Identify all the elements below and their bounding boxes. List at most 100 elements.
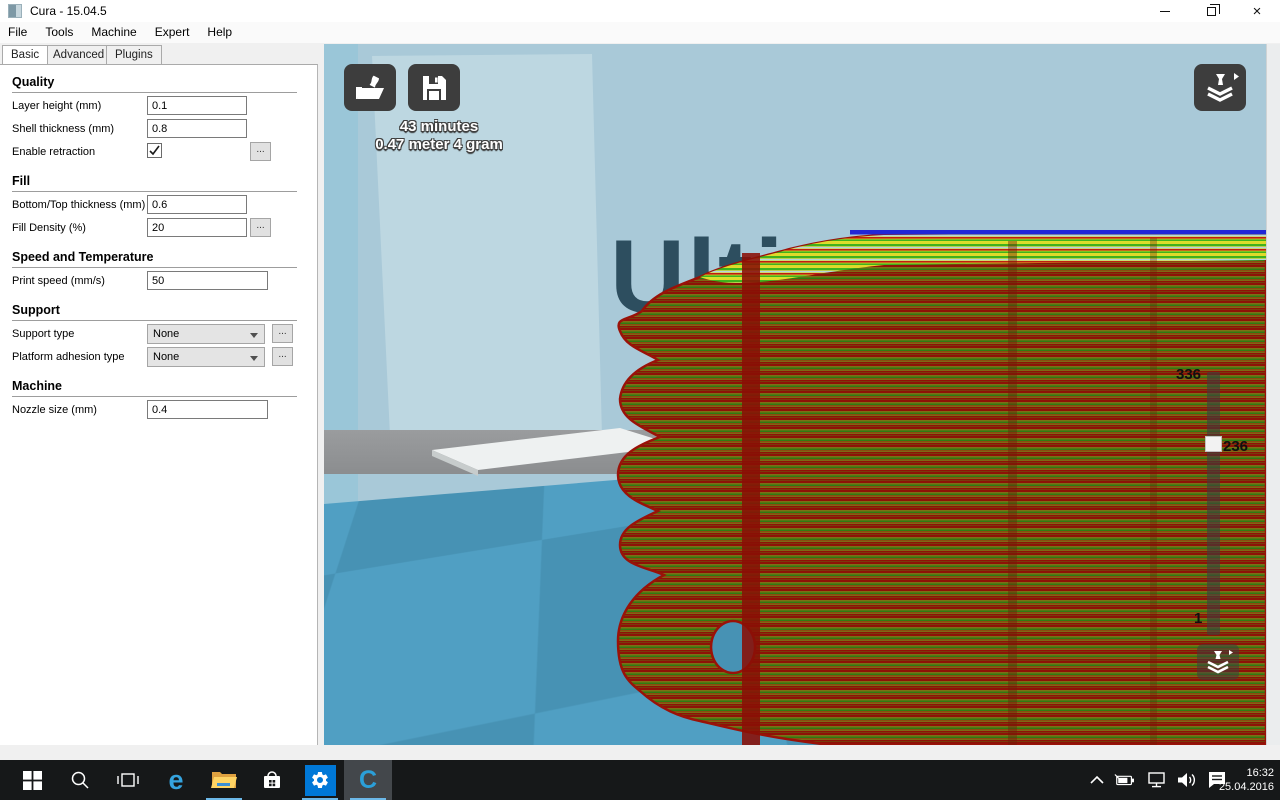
menu-expert[interactable]: Expert xyxy=(146,22,199,43)
tray-overflow-button[interactable] xyxy=(1086,770,1108,790)
titlebar: Cura - 15.04.5 × xyxy=(0,0,1280,22)
single-layer-toggle-button[interactable] xyxy=(1197,644,1239,680)
adhesion-more-button[interactable]: ... xyxy=(272,347,293,366)
fill-density-input[interactable] xyxy=(147,218,247,237)
menu-tools[interactable]: Tools xyxy=(36,22,82,43)
nozzle-size-label: Nozzle size (mm) xyxy=(12,404,97,416)
store-icon xyxy=(264,771,280,788)
setting-row: Platform adhesion type None ... xyxy=(0,346,317,369)
window-title: Cura - 15.04.5 xyxy=(30,4,107,18)
save-toolpath-icon xyxy=(423,75,446,100)
setting-row: Shell thickness (mm) xyxy=(0,118,317,141)
sliced-model-layer-view[interactable] xyxy=(584,229,1280,745)
setting-row: Fill Density (%) ... xyxy=(0,217,317,240)
layer-slider-track[interactable] xyxy=(1207,372,1220,635)
app-icon xyxy=(8,4,22,18)
settings-gear-icon xyxy=(312,771,328,789)
search-button[interactable] xyxy=(56,760,104,800)
network-icon xyxy=(1148,772,1165,788)
taskbar: e C 16:32 25.04.2016 xyxy=(0,760,1280,800)
setting-row: Enable retraction ... xyxy=(0,141,317,164)
retraction-more-button[interactable]: ... xyxy=(250,142,271,161)
layer-view-icon xyxy=(1207,650,1233,674)
close-button[interactable]: × xyxy=(1234,0,1280,22)
support-type-label: Support type xyxy=(12,328,75,340)
bottom-top-thickness-label: Bottom/Top thickness (mm) xyxy=(12,199,146,211)
support-more-button[interactable]: ... xyxy=(272,324,293,343)
layer-slider-handle[interactable] xyxy=(1205,436,1222,452)
bottom-top-thickness-input[interactable] xyxy=(147,195,247,214)
section-title-speed-temperature: Speed and Temperature xyxy=(12,250,297,268)
store-button[interactable] xyxy=(248,760,296,800)
menu-help[interactable]: Help xyxy=(198,22,241,43)
start-button[interactable] xyxy=(8,760,56,800)
task-view-icon xyxy=(117,773,139,787)
setting-row: Print speed (mm/s) xyxy=(0,270,317,293)
settings-panel: Quality Layer height (mm) Shell thicknes… xyxy=(0,64,318,745)
print-estimate: 43 minutes 0.47 meter 4 gram xyxy=(324,118,554,154)
estimate-time: 43 minutes xyxy=(399,118,479,135)
shell-thickness-label: Shell thickness (mm) xyxy=(12,123,115,135)
app-window: Cura - 15.04.5 × File Tools Machine Expe… xyxy=(0,0,1280,800)
edge-button[interactable]: e xyxy=(152,760,200,800)
load-model-button[interactable] xyxy=(344,64,396,111)
layer-min-label: 1 xyxy=(1194,610,1203,627)
minimize-button[interactable] xyxy=(1142,0,1188,22)
edge-icon: e xyxy=(168,764,184,795)
print-speed-label: Print speed (mm/s) xyxy=(12,275,105,287)
chevron-up-icon xyxy=(1090,775,1104,784)
minimize-icon xyxy=(1160,10,1170,12)
setting-row: Nozzle size (mm) xyxy=(0,399,317,422)
tray-battery[interactable] xyxy=(1114,770,1136,790)
cura-icon: C xyxy=(358,765,378,794)
section-title-support: Support xyxy=(12,303,297,321)
support-type-value: None xyxy=(153,328,180,340)
layer-height-input[interactable] xyxy=(147,96,247,115)
menubar: File Tools Machine Expert Help xyxy=(0,22,1280,43)
menu-file[interactable]: File xyxy=(0,22,36,43)
enable-retraction-checkbox[interactable] xyxy=(147,143,162,158)
tray-network[interactable] xyxy=(1146,770,1168,790)
restore-button[interactable] xyxy=(1188,0,1234,22)
save-toolpath-button[interactable] xyxy=(408,64,460,111)
checkmark-icon xyxy=(149,145,160,156)
print-speed-input[interactable] xyxy=(147,271,268,290)
tab-plugins[interactable]: Plugins xyxy=(106,45,162,65)
tray-clock[interactable]: 16:32 25.04.2016 xyxy=(1194,766,1274,794)
menu-machine[interactable]: Machine xyxy=(82,22,145,43)
setting-row: Bottom/Top thickness (mm) xyxy=(0,194,317,217)
view-mode-icon xyxy=(1207,72,1239,102)
clock-date: 25.04.2016 xyxy=(1218,781,1274,793)
explorer-button[interactable] xyxy=(200,760,248,800)
tab-basic[interactable]: Basic xyxy=(2,45,49,66)
clock-time: 16:32 xyxy=(1246,767,1274,779)
tab-advanced[interactable]: Advanced xyxy=(44,45,114,65)
section-title-fill: Fill xyxy=(12,174,297,192)
load-model-icon xyxy=(356,75,384,99)
battery-icon xyxy=(1114,774,1134,786)
platform-adhesion-value: None xyxy=(153,351,180,363)
shell-thickness-input[interactable] xyxy=(147,119,247,138)
fill-density-more-button[interactable]: ... xyxy=(250,218,271,237)
search-icon xyxy=(71,771,89,789)
setting-row: Support type None ... xyxy=(0,323,317,346)
fill-density-label: Fill Density (%) xyxy=(12,222,86,234)
layer-max-label: 336 xyxy=(1176,366,1202,383)
explorer-icon xyxy=(211,772,237,788)
viewport-wall-right xyxy=(1266,44,1280,745)
view-mode-button[interactable] xyxy=(1194,64,1246,111)
platform-adhesion-label: Platform adhesion type xyxy=(12,351,125,363)
start-icon xyxy=(22,770,42,790)
viewport-wall-panel xyxy=(372,54,602,436)
task-view-button[interactable] xyxy=(104,760,152,800)
settings-button[interactable] xyxy=(296,760,344,800)
platform-adhesion-select[interactable]: None xyxy=(147,347,265,367)
nozzle-size-input[interactable] xyxy=(147,400,268,419)
section-title-machine: Machine xyxy=(12,379,297,397)
cura-taskbar-button[interactable]: C xyxy=(344,760,392,800)
window-bottom-edge xyxy=(0,745,1280,760)
close-icon: × xyxy=(1252,2,1262,20)
settings-tile xyxy=(304,764,336,796)
viewport-3d[interactable]: Ulti xyxy=(324,44,1280,745)
support-type-select[interactable]: None xyxy=(147,324,265,344)
